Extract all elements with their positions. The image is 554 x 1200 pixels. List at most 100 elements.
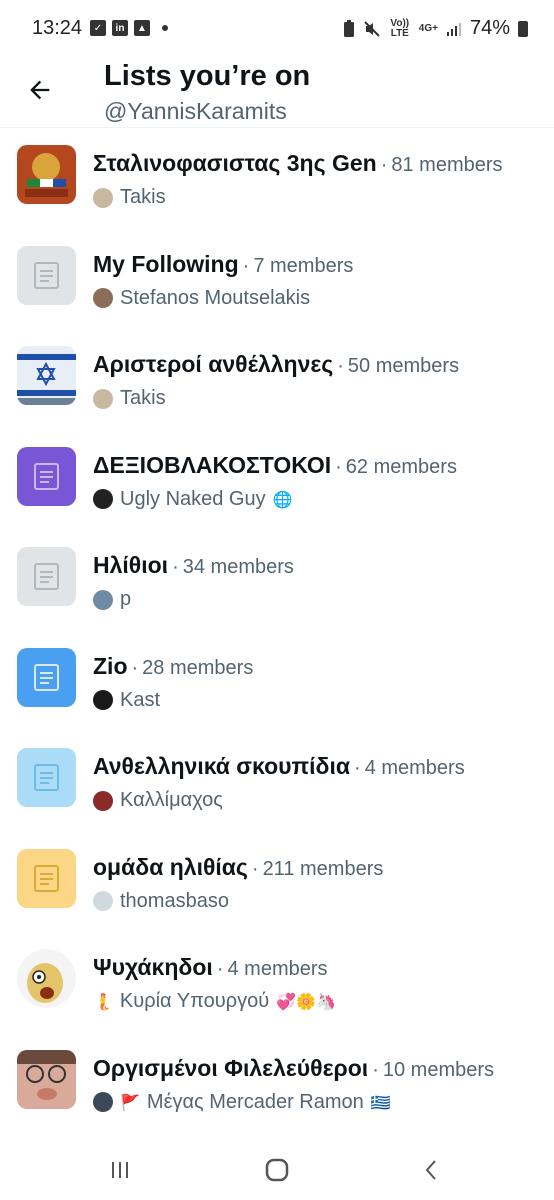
- list-icon: [17, 848, 76, 908]
- list-member-count: 50 members: [347, 355, 460, 377]
- list-member-count: 10 members: [382, 1058, 495, 1081]
- list-avatar[interactable]: [17, 346, 76, 405]
- list-title-row: My Following · 7 members: [93, 251, 353, 278]
- list-owner-name[interactable]: Takis: [120, 186, 166, 209]
- page-title: Lists you’re on: [104, 60, 311, 92]
- list-owner-name[interactable]: Μέγας Mercader Ramon: [147, 1091, 364, 1114]
- recent-apps-button[interactable]: [102, 1152, 138, 1188]
- owner-suffix-emoji: 💞🌼🦄: [276, 992, 336, 1011]
- owner-suffix-emoji: 🌐: [272, 489, 293, 509]
- list-name[interactable]: Ηλίθιοι: [93, 552, 168, 578]
- owner-avatar: [93, 1092, 113, 1112]
- list-owner-row: Καλλίμαχος: [93, 789, 223, 812]
- list-owner-name[interactable]: Καλλίμαχος: [120, 789, 223, 812]
- list-title-row: Οργισμένοι Φιλελεύθεροι · 10 members: [93, 1055, 494, 1082]
- list-member-count: 4 members: [364, 757, 465, 779]
- list-owner-row: 🚩 Μέγας Mercader Ramon 🇬🇷: [93, 1091, 391, 1114]
- list-name[interactable]: Ψυχάκηδοι: [93, 954, 213, 980]
- list-title-row: Ψυχάκηδοι · 4 members: [93, 954, 328, 981]
- list-owner-name[interactable]: thomasbaso: [120, 890, 229, 913]
- list-member-count: 81 members: [391, 154, 503, 176]
- list-title-row: ΔΕΞΙΟΒΛΑΚΟΣΤΟΚΟΙ · 62 members: [93, 452, 457, 479]
- separator-dot: ·: [372, 1058, 379, 1081]
- back-arrow-icon: [30, 80, 50, 100]
- list-owner-name[interactable]: Takis: [120, 387, 166, 410]
- status-right: Vo)) LTE 4G+ 74%: [343, 17, 528, 40]
- list-owner-name[interactable]: p: [120, 588, 131, 611]
- list-owner-row: Kast: [93, 689, 160, 712]
- list-name[interactable]: ομάδα ηλιθίας: [93, 854, 248, 880]
- home-icon: [265, 1158, 289, 1182]
- list-item[interactable]: Zio · 28 members Kast: [0, 631, 554, 732]
- list-item[interactable]: Σταλινοφασιστας 3ης Gen · 81 members Takis: [0, 128, 554, 229]
- list-item[interactable]: ομάδα ηλιθίας · 211 members thomasbaso: [0, 832, 554, 933]
- list-name[interactable]: ΔΕΞΙΟΒΛΑΚΟΣΤΟΚΟΙ: [93, 452, 331, 478]
- list-item[interactable]: Ψυχάκηδοι · 4 members 🧜 Κυρία Υπουργού 💞🌼🦄: [0, 932, 554, 1033]
- list-avatar[interactable]: [17, 547, 76, 606]
- list-title-row: Ανθελληνικά σκουπίδια · 4 members: [93, 753, 465, 780]
- owner-avatar: [93, 891, 113, 911]
- battery-icon: [518, 20, 528, 37]
- list-owner-row: Takis: [93, 186, 166, 209]
- lists-container: Σταλινοφασιστας 3ης Gen · 81 members Takis…: [0, 128, 554, 1133]
- list-member-count: 28 members: [142, 656, 254, 679]
- list-avatar[interactable]: [17, 245, 76, 305]
- list-name[interactable]: Αριστεροί ανθέλληνες: [93, 351, 333, 377]
- list-avatar[interactable]: [17, 145, 76, 204]
- list-item[interactable]: Αριστεροί ανθέλληνες · 50 members Takis: [0, 329, 554, 430]
- list-member-count: 34 members: [182, 556, 294, 578]
- owner-avatar: [93, 388, 113, 409]
- list-member-count: 7 members: [253, 254, 354, 277]
- list-title-row: Αριστεροί ανθέλληνες · 50 members: [93, 351, 459, 378]
- separator-dot: ·: [380, 154, 388, 176]
- back-nav-icon: [425, 1160, 436, 1180]
- list-owner-name[interactable]: Ugly Naked Guy: [120, 488, 266, 511]
- list-title-row: Zio · 28 members: [93, 653, 253, 680]
- status-bar: 13:24 ✓ in ▲ Vo)) LTE 4G+ 74%: [0, 0, 554, 60]
- list-avatar[interactable]: [17, 748, 76, 807]
- list-avatar[interactable]: [17, 848, 76, 908]
- list-avatar[interactable]: [17, 949, 76, 1008]
- battery-percent: 74%: [469, 17, 510, 39]
- volte-indicator: Vo)) LTE: [390, 17, 410, 39]
- separator-dot: ·: [242, 254, 250, 277]
- owner-suffix-emoji: 🇬🇷: [370, 1092, 391, 1112]
- separator-dot: ·: [335, 455, 342, 478]
- owner-prefix-emoji: 🧜: [93, 992, 113, 1011]
- separator-dot: ·: [354, 757, 361, 779]
- list-owner-row: thomasbaso: [93, 890, 229, 913]
- list-owner-name[interactable]: Kast: [120, 689, 160, 712]
- list-avatar[interactable]: [17, 647, 76, 707]
- list-banner-image: [17, 1049, 76, 1109]
- list-owner-name[interactable]: Κυρία Υπουργού: [120, 990, 269, 1013]
- page-subtitle-handle: @YannisKaramits: [104, 98, 287, 124]
- list-item[interactable]: My Following · 7 members Stefanos Moutsela…: [0, 229, 554, 330]
- list-name[interactable]: Σταλινοφασιστας 3ης Gen: [93, 150, 377, 176]
- home-button[interactable]: [259, 1152, 295, 1188]
- list-name[interactable]: Zio: [93, 653, 128, 679]
- separator-dot: ·: [216, 958, 224, 980]
- owner-avatar: [93, 288, 113, 308]
- list-item[interactable]: ΔΕΞΙΟΒΛΑΚΟΣΤΟΚΟΙ · 62 members Ugly Naked G…: [0, 430, 554, 531]
- list-avatar[interactable]: [17, 1049, 76, 1109]
- list-item[interactable]: Ανθελληνικά σκουπίδια · 4 members Καλλίμαχ…: [0, 731, 554, 832]
- list-name[interactable]: My Following: [93, 251, 239, 277]
- list-title-row: Ηλίθιοι · 34 members: [93, 552, 294, 579]
- owner-avatar: [93, 489, 113, 509]
- list-item[interactable]: Ηλίθιοι · 34 members p: [0, 530, 554, 631]
- owner-avatar: [93, 589, 113, 610]
- check-notification-icon: ✓: [90, 20, 106, 36]
- list-avatar[interactable]: [17, 446, 76, 506]
- back-nav-button[interactable]: [414, 1152, 450, 1188]
- back-button[interactable]: [22, 72, 58, 108]
- separator-dot: ·: [251, 857, 259, 880]
- list-name[interactable]: Ανθελληνικά σκουπίδια: [93, 753, 350, 779]
- status-time: 13:24: [32, 17, 83, 39]
- list-owner-row: Takis: [93, 387, 166, 410]
- list-name[interactable]: Οργισμένοι Φιλελεύθεροι: [93, 1055, 368, 1081]
- list-owner-name[interactable]: Stefanos Moutselakis: [120, 287, 310, 310]
- owner-avatar: [93, 790, 113, 811]
- list-item[interactable]: Οργισμένοι Φιλελεύθεροι · 10 members 🚩 Μέγα…: [0, 1033, 554, 1134]
- list-icon: [17, 245, 76, 305]
- list-icon: [17, 446, 76, 506]
